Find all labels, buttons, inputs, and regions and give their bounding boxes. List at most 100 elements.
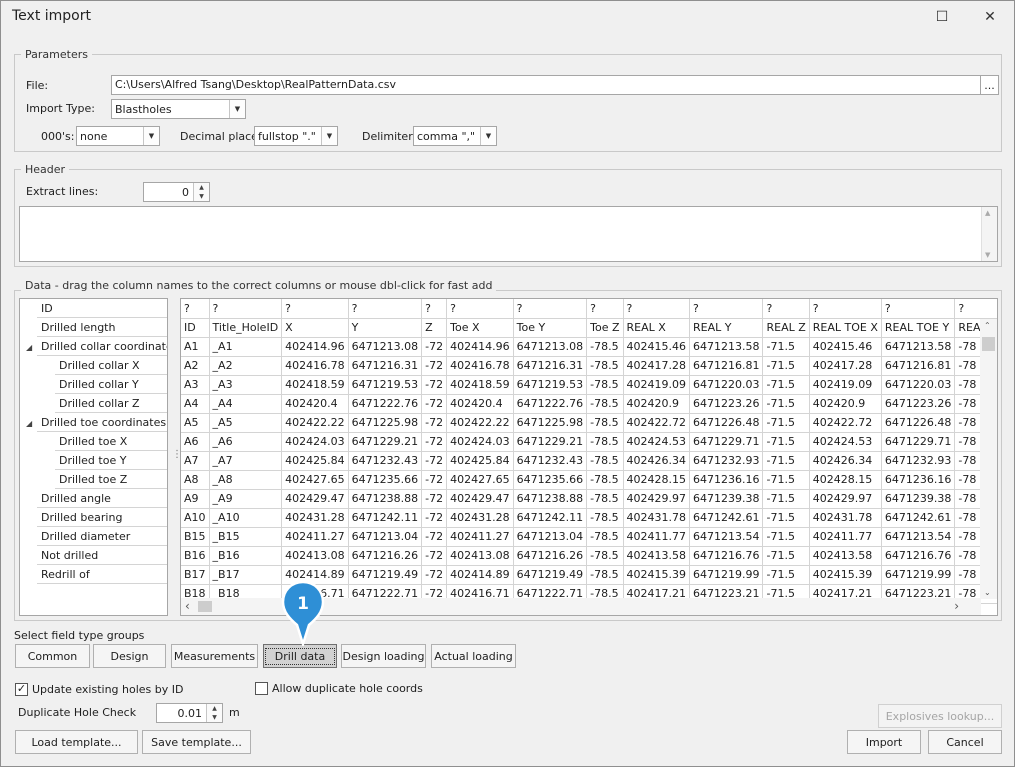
table-row: A7 _A7 402425.84 6471232.43 -72 402425.84 6471… <box>181 451 997 471</box>
header-lines-textarea[interactable]: ▲ ▼ <box>19 206 998 262</box>
column-header-row-cell[interactable]: REAL Y <box>689 318 764 338</box>
column-mapping-row-cell[interactable]: ? <box>281 299 349 319</box>
column-header-row-cell[interactable]: REAL TOE Y <box>881 318 956 338</box>
spin-down-icon[interactable]: ▼ <box>206 713 222 722</box>
allow-duplicate-checkbox[interactable] <box>255 682 268 695</box>
table-row-cell: 402426.34 <box>809 451 882 471</box>
extract-lines-spinner[interactable]: 0 ▲ ▼ <box>143 182 210 202</box>
column-mapping-row-cell[interactable]: ? <box>586 299 624 319</box>
tree-item[interactable]: ID <box>37 299 167 318</box>
import-type-select[interactable]: Blastholes ▼ <box>111 99 246 119</box>
column-header-row-cell[interactable]: ID <box>181 318 210 338</box>
decimal-place-value: fullstop "." <box>258 130 316 143</box>
column-header-row-cell[interactable]: REAL TOE X <box>809 318 882 338</box>
column-header-row-cell[interactable]: X <box>281 318 349 338</box>
scrollbar-thumb[interactable] <box>982 337 995 351</box>
table-row-cell: 402429.47 <box>446 489 514 509</box>
table-row-cell: 402413.08 <box>281 546 349 566</box>
thousands-select[interactable]: none ▼ <box>76 126 160 146</box>
duplicate-hole-check-unit: m <box>229 706 240 719</box>
column-header-row-cell[interactable]: Toe X <box>446 318 514 338</box>
tree-item[interactable]: Drilled length <box>37 318 167 337</box>
update-existing-checkbox[interactable]: ✓ <box>15 683 28 696</box>
column-header-row-cell[interactable]: Z <box>421 318 448 338</box>
scroll-right-icon[interactable]: › <box>954 599 959 613</box>
scroll-up-icon[interactable]: ⌃ <box>984 321 991 330</box>
tree-expand-icon[interactable]: ◢ <box>26 419 32 428</box>
scroll-down-icon[interactable]: ⌄ <box>984 588 991 597</box>
tree-item[interactable]: Drilled collar Z <box>55 394 167 413</box>
scrollbar-thumb[interactable] <box>198 601 212 612</box>
cancel-button[interactable]: Cancel <box>928 730 1002 754</box>
maximize-button[interactable]: ☐ <box>919 1 965 33</box>
column-mapping-row-cell[interactable]: ? <box>181 299 210 319</box>
scroll-up-icon[interactable]: ▲ <box>985 209 990 217</box>
column-mapping-row-cell[interactable]: ? <box>881 299 956 319</box>
table-row-cell: _A9 <box>209 489 283 509</box>
import-button[interactable]: Import <box>847 730 921 754</box>
tree-item[interactable]: Drilled toe Y <box>55 451 167 470</box>
column-header-row-cell[interactable]: REAL Z <box>762 318 810 338</box>
load-template-button[interactable]: Load template... <box>15 730 138 754</box>
duplicate-hole-check-spinner[interactable]: 0.01 ▲ ▼ <box>156 703 223 723</box>
header-vertical-scrollbar[interactable]: ▲ ▼ <box>981 207 997 261</box>
tree-item[interactable]: Not drilled <box>37 546 167 565</box>
column-header-row-cell[interactable]: Toe Z <box>586 318 624 338</box>
table-row: A9 _A9 402429.47 6471238.88 -72 402429.47 6471… <box>181 489 997 509</box>
decimal-place-select[interactable]: fullstop "." ▼ <box>254 126 338 146</box>
table-row-cell: A2 <box>181 356 210 376</box>
tree-item[interactable]: Drilled collar coordinates <box>37 337 167 356</box>
column-mapping-row-cell[interactable]: ? <box>762 299 810 319</box>
column-header-row-cell[interactable]: Y <box>348 318 423 338</box>
table-row-cell: -78.5 <box>586 508 624 528</box>
browse-file-button[interactable]: ... <box>980 75 999 95</box>
drill-data-group-button[interactable]: Drill data <box>263 644 337 668</box>
tree-item[interactable]: Drilled bearing <box>37 508 167 527</box>
import-type-label: Import Type: <box>26 102 95 115</box>
column-mapping-row-cell[interactable]: ? <box>421 299 448 319</box>
design-loading-group-button[interactable]: Design loading <box>341 644 426 668</box>
table-row-cell: 402414.89 <box>446 565 514 585</box>
tree-item[interactable]: Drilled collar X <box>55 356 167 375</box>
table-row-cell: 6471236.16 <box>881 470 956 490</box>
column-mapping-row-cell[interactable]: ? <box>348 299 423 319</box>
column-mapping-row-cell[interactable]: ? <box>446 299 514 319</box>
grid-vertical-scrollbar[interactable]: ⌃ ⌄ <box>980 319 997 599</box>
column-header-row-cell[interactable]: Title_HoleID <box>209 318 283 338</box>
browse-ellipsis: ... <box>984 78 995 92</box>
column-mapping-row-cell[interactable]: ? <box>954 299 997 319</box>
spin-up-icon[interactable]: ▲ <box>206 704 222 713</box>
measurements-group-button[interactable]: Measurements <box>171 644 258 668</box>
tree-item[interactable]: Redrill of <box>37 565 167 584</box>
explosives-lookup-button[interactable]: Explosives lookup... <box>878 704 1002 728</box>
column-mapping-row-cell[interactable]: ? <box>513 299 588 319</box>
column-mapping-row-cell[interactable]: ? <box>209 299 283 319</box>
tree-item[interactable]: Drilled angle <box>37 489 167 508</box>
scroll-left-icon[interactable]: ‹ <box>185 599 190 613</box>
table-row-cell: A8 <box>181 470 210 490</box>
delimiter-select[interactable]: comma "," ▼ <box>413 126 497 146</box>
close-button[interactable]: ✕ <box>967 1 1013 33</box>
table-row-cell: 402427.65 <box>281 470 349 490</box>
save-template-button[interactable]: Save template... <box>142 730 251 754</box>
common-group-button[interactable]: Common <box>15 644 90 668</box>
tree-item[interactable]: Drilled collar Y <box>55 375 167 394</box>
scroll-down-icon[interactable]: ▼ <box>985 251 990 259</box>
table-row-cell: 6471235.66 <box>348 470 423 490</box>
column-mapping-row-cell[interactable]: ? <box>623 299 690 319</box>
actual-loading-group-button[interactable]: Actual loading <box>431 644 516 668</box>
column-header-row-cell[interactable]: Toe Y <box>513 318 588 338</box>
tree-item[interactable]: Drilled diameter <box>37 527 167 546</box>
tree-expand-icon[interactable]: ◢ <box>26 343 32 352</box>
column-mapping-row-cell[interactable]: ? <box>809 299 882 319</box>
column-header-row-cell[interactable]: REAL X <box>623 318 690 338</box>
column-mapping-row-cell[interactable]: ? <box>689 299 764 319</box>
table-row-cell: _B15 <box>209 527 283 547</box>
tree-item[interactable]: Drilled toe Z <box>55 470 167 489</box>
spin-up-icon[interactable]: ▲ <box>193 183 209 192</box>
tree-item[interactable]: Drilled toe coordinates <box>37 413 167 432</box>
spin-down-icon[interactable]: ▼ <box>193 192 209 201</box>
tree-item[interactable]: Drilled toe X <box>55 432 167 451</box>
file-path-field[interactable]: C:\Users\Alfred Tsang\Desktop\RealPatter… <box>111 75 981 95</box>
design-group-button[interactable]: Design <box>93 644 166 668</box>
